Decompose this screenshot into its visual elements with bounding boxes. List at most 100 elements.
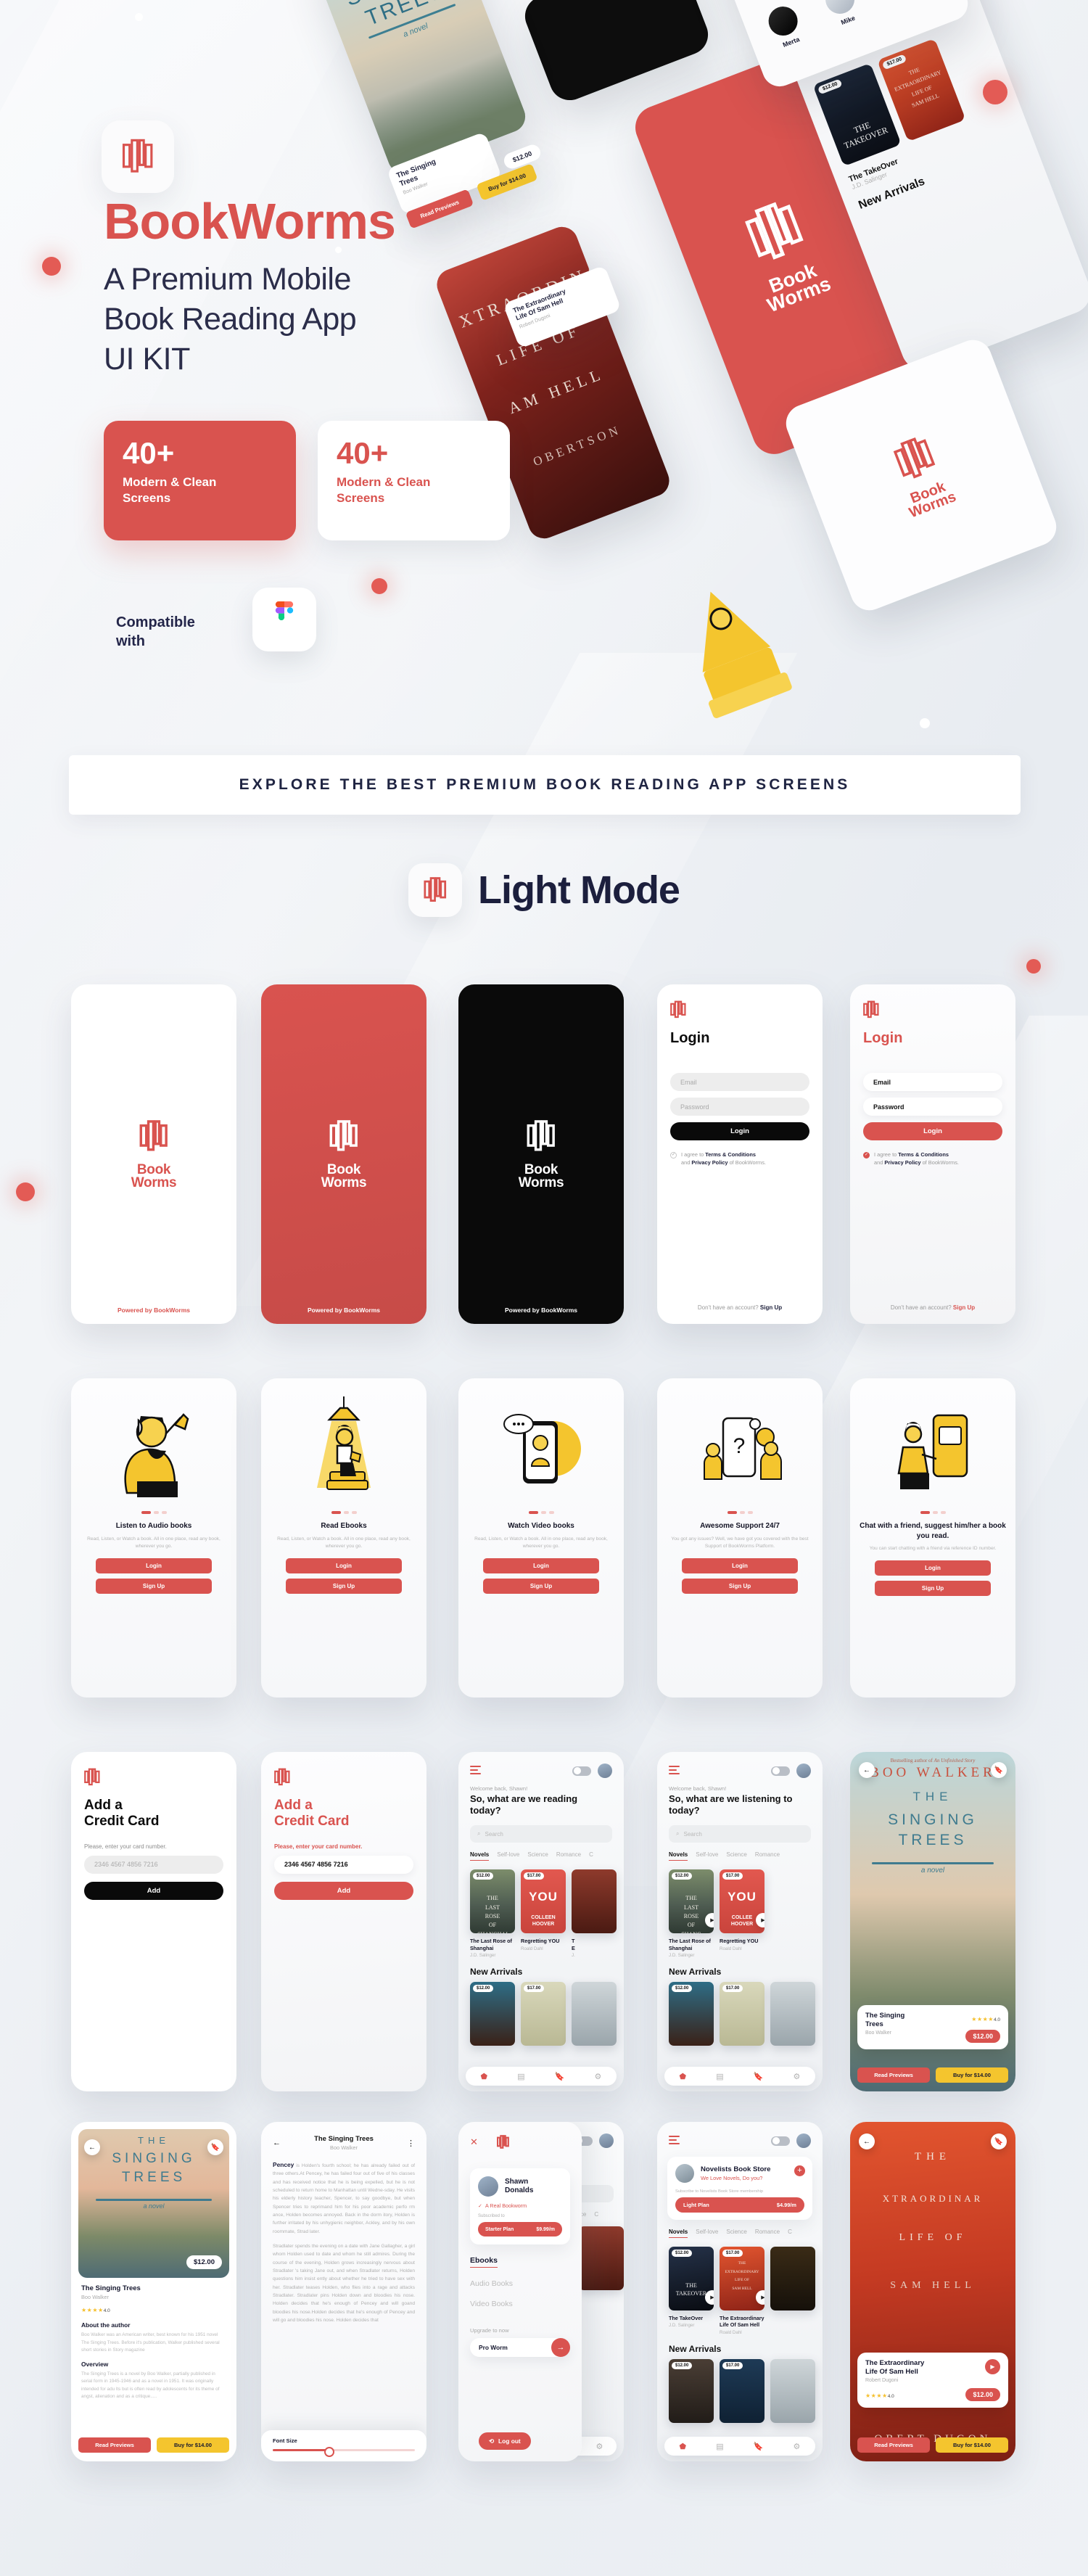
card-number-input[interactable]: 2346 4567 4856 7216 <box>84 1855 223 1874</box>
tab-novels[interactable]: Novels <box>669 1851 688 1861</box>
screen-login-red[interactable]: Login Email Password Login ✓ I agree to … <box>850 984 1015 1324</box>
tab-romance[interactable]: Romance <box>556 1851 581 1861</box>
drawer-item-video-books[interactable]: Video Books <box>470 2300 570 2308</box>
font-size-slider[interactable] <box>273 2446 415 2457</box>
detail-cta-row[interactable]: Read Previews Buy for $14.00 <box>857 2437 1008 2453</box>
new-arrival-cover-2[interactable]: $17.00 <box>720 1981 765 2046</box>
new-arrival-cover-3[interactable] <box>572 1981 617 2046</box>
tab-more[interactable]: C <box>594 2211 598 2218</box>
read-previews-button[interactable]: Read Previews <box>857 2437 930 2453</box>
book-carousel[interactable]: $12.00 THELASTROSEOFSHANGHAI The Last Ro… <box>458 1861 624 1958</box>
plan-badge[interactable]: Starter Plan $9.99/m <box>478 2222 562 2236</box>
home-icon[interactable]: ⬟ <box>680 2442 687 2451</box>
book-carousel[interactable]: $12.00 THELASTROSEOFSHANG ▶ The Last Ros… <box>657 1861 823 1958</box>
tab-self-love[interactable]: Self-love <box>696 1851 718 1861</box>
settings-icon[interactable]: ⚙ <box>595 2072 602 2081</box>
tab-more[interactable]: C <box>788 2229 792 2238</box>
theme-toggle[interactable] <box>572 1766 591 1776</box>
logout-button[interactable]: ⟲ Log out <box>479 2432 531 2450</box>
bookmark-icon[interactable]: 🔖 <box>754 2072 764 2081</box>
new-arrival-cover-1[interactable]: $12.00 <box>669 1981 714 2046</box>
add-card-button[interactable]: Add <box>84 1881 223 1900</box>
new-arrival-cover-1[interactable]: $12.00 <box>470 1981 515 2046</box>
avatar[interactable] <box>478 2176 498 2197</box>
tab-self-love[interactable]: Self-love <box>696 2229 718 2238</box>
drawer-item-audio-books[interactable]: Audio Books <box>470 2279 570 2288</box>
menu-icon[interactable] <box>470 1765 481 1777</box>
screen-reader[interactable]: ← The Singing Trees Boo Walker ⋮ Pencey … <box>261 2122 426 2461</box>
tab-novels[interactable]: Novels <box>669 2229 688 2238</box>
pro-worm-button[interactable]: Pro Worm → <box>470 2338 570 2357</box>
signup-button[interactable]: Sign Up <box>286 1578 402 1594</box>
avatar[interactable] <box>796 1764 811 1778</box>
back-icon[interactable]: ← <box>859 2133 875 2149</box>
third-cover[interactable] <box>572 1869 617 1934</box>
store-book-carousel[interactable]: $12.00 THE TAKEOVER ▶ The TakeOver J.D. S… <box>657 2238 823 2335</box>
screen-home-listening[interactable]: Welcome back, Shawn! So, what are we lis… <box>657 1752 823 2091</box>
login-button[interactable]: Login <box>286 1557 402 1573</box>
font-size-control[interactable]: Font Size <box>261 2430 426 2461</box>
login-button[interactable]: Login <box>863 1122 1002 1140</box>
screen-add-credit-card-dark[interactable]: Add a Credit Card Please, enter your car… <box>71 1752 236 2091</box>
screen-novelists-book-store[interactable]: Novelists Book Store We Love Novels, Do … <box>657 2122 823 2461</box>
tab-novels[interactable]: Novels <box>470 1851 490 1861</box>
tab-science[interactable]: Science <box>527 1851 548 1861</box>
screen-book-overview-singing-trees[interactable]: THE SINGING TREES a novel ← 🔖 $12.00 The … <box>71 2122 236 2461</box>
screen-splash-red[interactable]: Book Worms Powered by BookWorms <box>261 984 426 1324</box>
home-icon[interactable]: ⬟ <box>481 2072 488 2081</box>
detail-cta-row[interactable]: Read Previews Buy for $14.00 <box>857 2067 1008 2083</box>
bottom-tabbar[interactable]: ⬟ ▤ 🔖 ⚙ <box>466 2067 617 2086</box>
terms-link-privacy[interactable]: Privacy Policy <box>691 1159 728 1166</box>
screen-onboarding-chat[interactable]: Chat with a friend, suggest him/her a bo… <box>850 1378 1015 1698</box>
avatar[interactable] <box>599 2133 614 2148</box>
theme-toggle[interactable] <box>771 1766 790 1776</box>
screen-onboarding-video[interactable]: Watch Video books Read, Listen, or Watch… <box>458 1378 624 1698</box>
screen-home-reading[interactable]: Welcome back, Shawn! So, what are we rea… <box>458 1752 624 2091</box>
email-field[interactable]: Email <box>863 1073 1002 1091</box>
card-number-input[interactable]: 2346 4567 4856 7216 <box>274 1855 413 1874</box>
tab-science[interactable]: Science <box>726 2229 746 2238</box>
last-rose-shanghai-cover[interactable]: $12.00 THELASTROSEOFSHANG ▶ <box>669 1869 714 1934</box>
new-arrivals-carousel[interactable]: $12.00 $17.00 <box>458 1977 624 2046</box>
library-icon[interactable]: ▤ <box>716 2072 723 2081</box>
avatar[interactable] <box>598 1764 612 1778</box>
signup-button[interactable]: Sign Up <box>483 1578 599 1594</box>
menu-icon[interactable] <box>669 1765 680 1777</box>
read-previews-button[interactable]: Read Previews <box>857 2067 930 2083</box>
detail-cta-row[interactable]: Read Previews Buy for $14.00 <box>78 2437 229 2453</box>
login-button[interactable]: Login <box>875 1560 991 1576</box>
buy-button[interactable]: Buy for $14.00 <box>157 2437 229 2453</box>
terms-link-conditions[interactable]: Terms & Conditions <box>898 1151 949 1158</box>
new-arrival-cover-1[interactable]: $12.00 <box>669 2358 714 2423</box>
login-button[interactable]: Login <box>96 1557 212 1573</box>
settings-icon[interactable]: ⚙ <box>794 2442 801 2451</box>
category-tabs[interactable]: Novels Self-love Science Romance C <box>657 2220 823 2238</box>
screen-side-drawer[interactable]: reading Self-love Romance C $17.00 YOU C… <box>458 2122 624 2461</box>
new-arrival-cover-2[interactable]: $17.00 <box>521 1981 566 2046</box>
add-icon[interactable]: + <box>794 2165 805 2176</box>
login-button[interactable]: Login <box>483 1557 599 1573</box>
tab-romance[interactable]: Romance <box>755 1851 780 1861</box>
signup-link[interactable]: Sign Up <box>760 1304 782 1311</box>
bookmark-icon[interactable]: 🔖 <box>207 2139 223 2155</box>
bookmark-icon[interactable]: 🔖 <box>555 2072 565 2081</box>
screen-add-credit-card-red[interactable]: Add a Credit Card Please, enter your car… <box>261 1752 426 2091</box>
signup-button[interactable]: Sign Up <box>96 1578 212 1594</box>
third-cover[interactable] <box>770 2247 815 2310</box>
login-button[interactable]: Login <box>682 1557 798 1573</box>
arrow-right-icon[interactable]: → <box>551 2338 570 2357</box>
new-arrival-cover-2[interactable]: $17.00 <box>720 2358 765 2423</box>
avatar[interactable] <box>796 2133 811 2148</box>
screen-onboarding-audio[interactable]: Listen to Audio books Read, Listen, or W… <box>71 1378 236 1698</box>
category-tabs[interactable]: Novels Self-love Science Romance C <box>458 1843 624 1861</box>
screen-book-detail-sam-hell[interactable]: THE XTRAORDINAR LIFE OF SAM HELL OBERT D… <box>850 2122 1015 2461</box>
play-icon[interactable]: ▶ <box>985 2359 1000 2375</box>
menu-icon[interactable] <box>669 2135 680 2147</box>
settings-icon[interactable]: ⚙ <box>596 2442 603 2451</box>
back-icon[interactable]: ← <box>273 2139 281 2147</box>
signup-link[interactable]: Sign Up <box>953 1304 975 1311</box>
bottom-tabbar[interactable]: ⬟ ▤ 🔖 ⚙ <box>664 2067 815 2086</box>
library-icon[interactable]: ▤ <box>716 2442 723 2451</box>
signup-button[interactable]: Sign Up <box>682 1578 798 1594</box>
signup-button[interactable]: Sign Up <box>875 1580 991 1596</box>
